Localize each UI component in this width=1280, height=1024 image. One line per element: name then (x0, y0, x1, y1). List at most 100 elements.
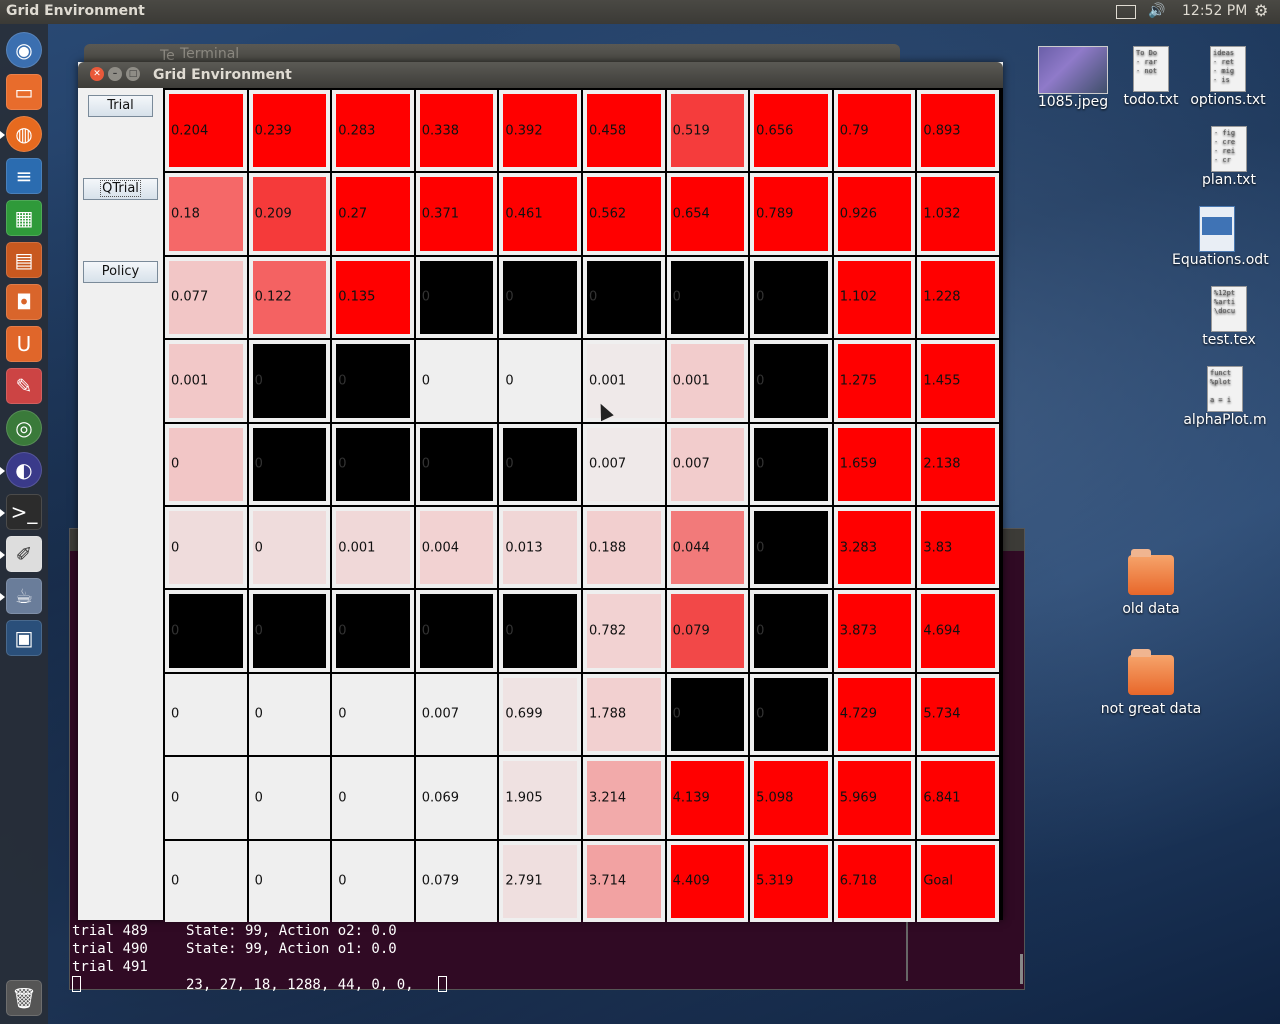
grid-cell-fill (670, 677, 745, 752)
eclipse-icon[interactable]: ◐ (6, 452, 42, 488)
grid-cell-value: 0 (254, 623, 263, 639)
grid-cell: 0.122 (248, 256, 331, 339)
desktop-icon-file[interactable]: ideas - ret - mig - is options.txt (1183, 46, 1273, 108)
grid-cell-value: 0 (171, 706, 180, 722)
desktop-icon-folder[interactable]: old data (1106, 549, 1196, 617)
desktop-icon-folder[interactable]: not great data (1100, 649, 1202, 717)
grid-cell-fill (503, 260, 577, 335)
writer-icon[interactable]: ≡ (6, 158, 42, 194)
grid-environment-window[interactable]: ✕ – □ Grid Environment Trial QTrial Poli… (78, 62, 1003, 922)
trash-icon[interactable]: 🗑 (6, 980, 42, 1016)
grid-cell-value: 1.788 (588, 706, 627, 722)
grid-cell: 1.659 (833, 423, 916, 505)
grid-cell-fill (419, 427, 494, 501)
calc-icon[interactable]: ▦ (6, 200, 42, 236)
ubuntu-dash-icon[interactable]: ◉ (6, 32, 42, 68)
terminal-scrollbar[interactable] (1020, 954, 1023, 984)
grid-cell-value: 0 (171, 873, 180, 889)
grid-cell: 5.319 (750, 840, 832, 922)
grid-cell: 5.098 (750, 757, 832, 839)
mail-icon[interactable] (1116, 5, 1136, 19)
impress-icon[interactable]: ▤ (6, 242, 42, 278)
grid-cell-value: 0 (421, 373, 431, 389)
java-icon[interactable]: ☕ (6, 578, 42, 614)
grid-cell: 0.204 (165, 90, 247, 172)
grid-cell-value: 1.032 (923, 206, 961, 222)
qtrial-button-label: QTrial (100, 180, 141, 197)
grid-cell: 0 (332, 840, 414, 922)
desktop-icon-file[interactable]: %12pt %arti \docu test.tex (1184, 286, 1274, 348)
grid-cell: 1.275 (833, 340, 916, 422)
files-icon[interactable]: ▭ (6, 74, 42, 110)
grid-cell-value: 1.102 (839, 289, 877, 305)
grid-cell-value: 0.079 (421, 873, 459, 889)
grid-cell: 3.83 (917, 506, 999, 589)
grid-cell: 0 (165, 673, 247, 756)
terminal-back-title: Terminal (180, 46, 240, 62)
text-file-icon: To Do - rar - not (1133, 46, 1169, 92)
desktop-icon-file[interactable]: funct %plot a = i alphaPlot.m (1180, 366, 1270, 428)
grid-cell-fill (754, 260, 828, 335)
grid-cell: 0 (499, 423, 581, 505)
grid-cell-value: 0 (756, 289, 765, 305)
grid-cell: 1.905 (499, 757, 581, 839)
chrome-icon[interactable]: ◎ (6, 410, 42, 446)
minimize-icon[interactable]: – (108, 67, 122, 81)
desktop-icon-label: not great data (1100, 701, 1202, 717)
grid-cell: 0.007 (582, 423, 665, 505)
trial-button[interactable]: Trial (88, 95, 153, 117)
grid-cell: 1.102 (833, 256, 916, 339)
value-grid: 0.204 0.239 0.283 0.338 0.392 0.458 0.519 0.656… (163, 88, 1003, 922)
firefox-icon[interactable]: ◍ (6, 116, 42, 152)
grid-cell: 0 (415, 423, 498, 505)
close-icon[interactable]: ✕ (90, 67, 104, 81)
desktop-icon-file[interactable]: - fig - cre - rei - cr plan.txt (1184, 126, 1274, 188)
grid-cell: 0 (165, 590, 247, 672)
terminal-icon[interactable]: >_ (6, 494, 42, 530)
software-center-icon[interactable]: ◘ (6, 284, 42, 320)
gear-icon[interactable]: ⚙ (1254, 1, 1268, 20)
grid-cell-value: 1.275 (839, 373, 877, 389)
grid-cell-fill (169, 677, 243, 752)
grid-cell: 5.734 (917, 673, 999, 756)
grid-cell-value: 0.007 (421, 706, 459, 722)
grid-cell-fill (252, 761, 327, 835)
workspace-icon[interactable]: ▣ (6, 620, 42, 656)
grid-cell-value: 1.659 (839, 456, 877, 472)
grid-cell: 3.873 (833, 590, 916, 672)
grid-cell: 0.461 (499, 173, 581, 255)
grid-cell: 6.841 (917, 757, 999, 839)
terminal-line: trial 490 (72, 941, 148, 957)
grid-cell-fill (754, 510, 828, 585)
grid-cell: 0 (666, 673, 749, 756)
grid-cell: Goal (917, 840, 999, 922)
grid-cell-fill (754, 594, 828, 668)
grid-cell-value: 0.079 (672, 623, 710, 639)
grid-cell-value: 0.077 (171, 289, 209, 305)
clock[interactable]: 12:52 PM (1182, 3, 1247, 19)
grid-cell-value: 0 (756, 456, 765, 472)
qtrial-button[interactable]: QTrial (83, 178, 158, 200)
grid-cell: 0.392 (499, 90, 581, 172)
volume-icon[interactable]: 🔊 (1148, 3, 1165, 19)
grid-cell-fill (336, 427, 410, 501)
grid-cell: 0.004 (415, 506, 498, 589)
grid-cell: 0.893 (917, 90, 999, 172)
ubuntu-one-icon[interactable]: U (6, 326, 42, 362)
grid-cell-value: 0.004 (421, 540, 459, 556)
text-editor-icon[interactable]: ✐ (6, 536, 42, 572)
grid-cell-value: Goal (923, 873, 953, 889)
desktop-icon-document[interactable]: Equations.odt (1172, 206, 1269, 268)
maximize-icon[interactable]: □ (126, 67, 140, 81)
window-titlebar[interactable]: ✕ – □ Grid Environment (78, 62, 1003, 88)
grid-cell-value: 0 (756, 623, 765, 639)
desktop-icon-image[interactable]: 1085.jpeg (1028, 46, 1118, 110)
policy-button[interactable]: Policy (83, 261, 158, 283)
grid-cell: 0.077 (165, 256, 247, 339)
grid-cell: 0.001 (332, 506, 414, 589)
terminal-line: State: 99, Action o1: 0.0 (186, 941, 397, 957)
grid-cell-value: 0.893 (923, 123, 961, 139)
settings-icon[interactable]: ✎ (6, 368, 42, 404)
running-indicator (0, 509, 5, 517)
grid-cell: 0.044 (666, 506, 749, 589)
